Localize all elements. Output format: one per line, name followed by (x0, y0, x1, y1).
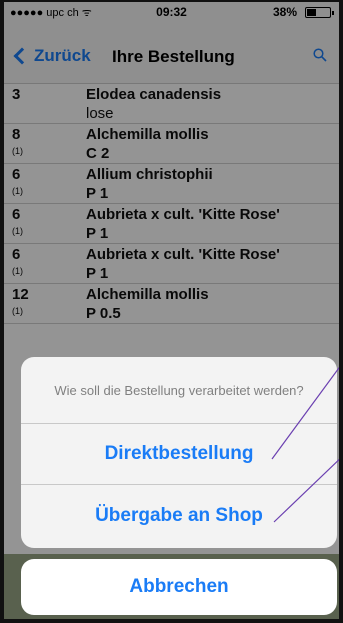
action-sheet-message: Wie soll die Bestellung verarbeitet werd… (21, 357, 337, 424)
transfer-to-shop-button[interactable]: Übergabe an Shop (21, 485, 337, 546)
direct-order-button[interactable]: Direktbestellung (21, 424, 337, 485)
action-sheet: Wie soll die Bestellung verarbeitet werd… (21, 357, 337, 548)
cancel-button[interactable]: Abbrechen (21, 559, 337, 615)
phone-frame: ●●●●● upc ch ᯤ 09:32 38% Zurück Ihre Bes… (0, 0, 343, 623)
